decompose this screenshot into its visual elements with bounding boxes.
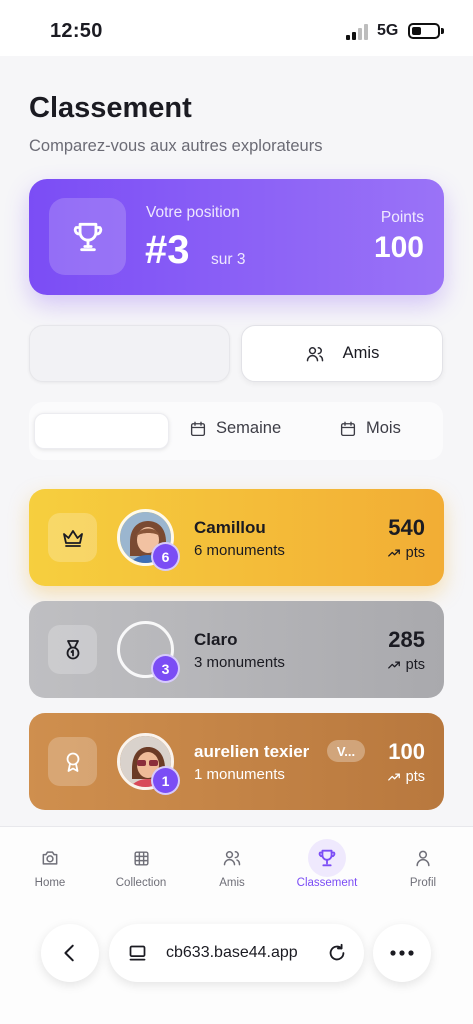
score-unit-label: pts [405,545,425,561]
status-time: 12:50 [50,20,103,42]
points-label: Points [380,209,424,226]
player-monuments: 1 monuments [194,766,285,783]
period-tab-week[interactable]: Semaine [189,419,281,438]
crown-icon [48,513,97,562]
scope-tab-global[interactable] [29,325,230,382]
tab-friends-label: Amis [219,877,245,889]
leaderboard-row[interactable]: 6 Camillou 6 monuments 540 pts [29,489,444,586]
network-type: 5G [377,22,399,39]
address-bar[interactable]: cb633.base44.app [109,924,364,982]
reader-icon [129,945,146,961]
more-horizontal-icon [390,950,414,956]
battery-icon [408,23,440,39]
calendar-icon [190,421,206,436]
score-unit-label: pts [405,769,425,785]
player-score-unit: pts [387,769,425,785]
battery-tip [441,28,444,34]
position-label: Votre position [146,204,240,221]
leaderboard-row[interactable]: 3 Claro 3 monuments 285 pts [29,601,444,698]
tab-profile-label: Profil [409,877,437,889]
camera-icon [31,839,69,877]
rank-badge: 6 [151,542,180,571]
page-title: Classement [29,92,192,124]
leaderboard-row[interactable]: 1 aurelien texier V... 1 monuments 100 p… [29,713,444,810]
period-tab-week-label: Semaine [216,419,282,437]
period-selector: Semaine Mois [29,402,443,460]
period-tab-month[interactable]: Mois [339,419,401,438]
url-text: cb633.base44.app [166,944,298,961]
tab-friends[interactable]: Amis [186,848,278,889]
tab-leaderboard[interactable]: Classement [281,839,373,889]
page-subtitle: Comparez-vous aux autres explorateurs [29,137,323,155]
user-icon [404,839,442,877]
player-monuments: 6 monuments [194,542,285,559]
users-icon [306,346,323,361]
tab-home-label: Home [34,877,66,889]
player-score: 540 [388,515,425,540]
back-button[interactable] [41,924,99,982]
player-score-unit: pts [387,657,425,673]
reload-icon[interactable] [326,942,348,964]
position-rank: #3 [145,228,190,272]
trending-up-icon [387,773,400,781]
trophy-icon [308,839,346,877]
grid-icon [122,839,160,877]
trophy-icon [49,198,126,275]
player-score: 100 [388,739,425,764]
player-monuments: 3 monuments [194,654,285,671]
position-total: sur 3 [211,251,246,268]
medal-icon [48,625,97,674]
player-name: Claro [194,630,238,649]
trending-up-icon [387,661,400,669]
tab-collection-label: Collection [115,877,167,889]
status-badge: V... [327,740,365,762]
signal-icon [346,24,368,40]
more-button[interactable] [373,924,431,982]
award-icon [48,737,97,786]
scope-tab-friends[interactable]: Amis [241,325,443,382]
tab-profile[interactable]: Profil [377,848,469,889]
rank-badge: 1 [151,766,180,795]
tab-leaderboard-label: Classement [296,877,358,889]
trending-up-icon [387,549,400,557]
tab-collection[interactable]: Collection [95,848,187,889]
period-tab-month-label: Mois [366,419,401,437]
player-name: Camillou [194,518,266,537]
player-name: aurelien texier [194,742,310,761]
scope-tab-friends-label: Amis [342,344,380,362]
chevron-left-icon [64,944,74,962]
score-unit-label: pts [405,657,425,673]
player-score-unit: pts [387,545,425,561]
status-bar: 12:50 5G [0,0,473,56]
your-position-card: Votre position #3 sur 3 Points 100 [29,179,444,295]
player-score: 285 [388,627,425,652]
points-value: 100 [373,231,424,264]
tab-home[interactable]: Home [4,848,96,889]
users-icon [213,839,251,877]
rank-badge: 3 [151,654,180,683]
calendar-icon [340,421,356,436]
period-tab-selected[interactable] [34,413,169,449]
